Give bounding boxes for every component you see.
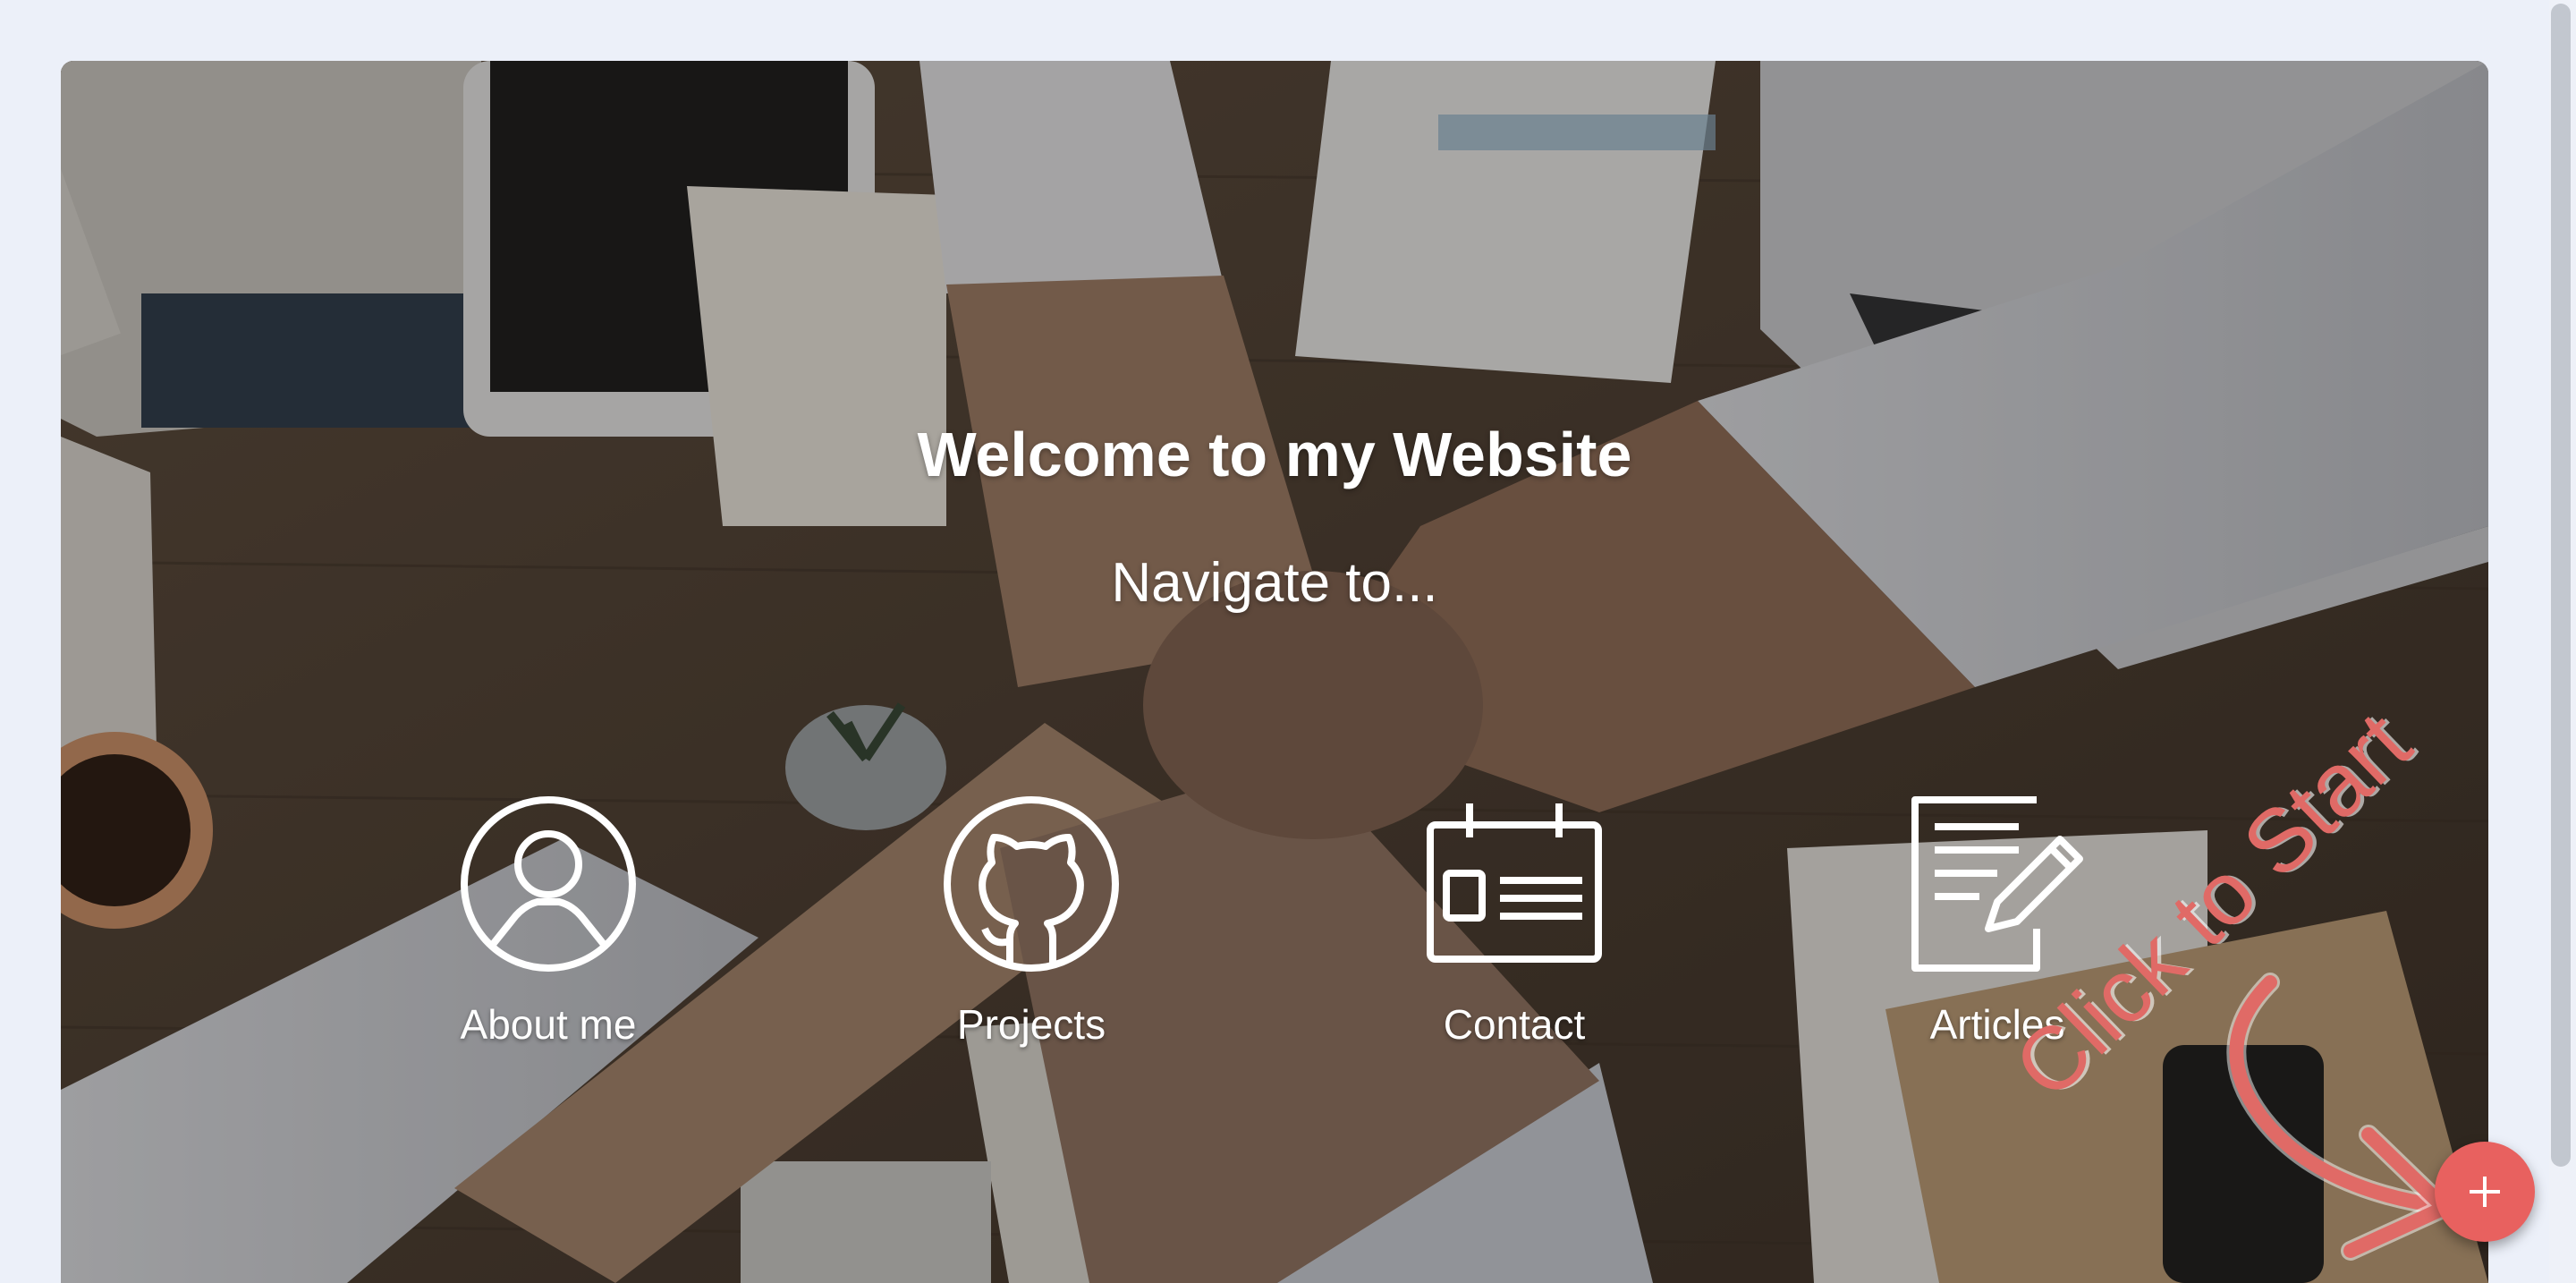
hero-title: Welcome to my Website (917, 420, 1632, 489)
nav-label-contact: Contact (1443, 1001, 1586, 1048)
scrollbar-thumb[interactable] (2551, 4, 2571, 1167)
github-icon (944, 796, 1119, 972)
hero-section: Welcome to my Website Navigate to... Abo… (61, 61, 2488, 1283)
user-profile-icon (461, 796, 636, 972)
nav-item-about-me[interactable]: About me (414, 741, 682, 1063)
nav-item-contact[interactable]: Contact (1380, 741, 1648, 1063)
nav-label-about-me: About me (460, 1001, 637, 1048)
start-fab-button[interactable] (2435, 1142, 2535, 1242)
plus-icon (2470, 1177, 2500, 1207)
nav-label-projects: Projects (956, 1001, 1106, 1048)
page-scrollbar[interactable] (2549, 0, 2576, 1283)
contact-card-icon (1427, 803, 1602, 963)
nav-item-projects[interactable]: Projects (897, 741, 1165, 1063)
hero-subtitle: Navigate to... (1111, 552, 1438, 614)
